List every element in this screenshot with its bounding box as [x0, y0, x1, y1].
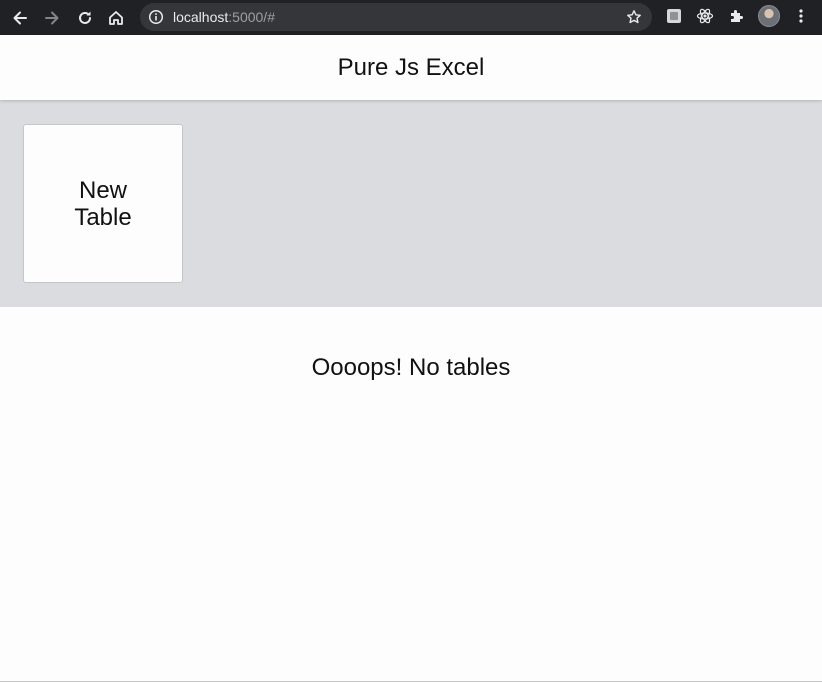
page-title: Pure Js Excel [337, 53, 485, 81]
url-path: :5000/# [228, 9, 275, 25]
new-table-label: New Table [74, 176, 132, 231]
url-text[interactable]: localhost:5000/# [173, 9, 275, 25]
back-arrow-icon[interactable] [6, 0, 34, 35]
home-icon[interactable] [102, 0, 130, 35]
info-icon[interactable] [148, 9, 164, 30]
profile-avatar[interactable] [758, 5, 780, 27]
empty-state-message: Oooops! No tables [311, 354, 511, 381]
puzzle-icon[interactable] [727, 6, 747, 26]
forward-arrow-icon[interactable] [38, 0, 66, 35]
url-host: localhost [173, 9, 229, 25]
star-icon[interactable] [626, 9, 642, 30]
new-table-button[interactable]: New Table [23, 124, 183, 283]
extension-icon[interactable] [664, 6, 684, 26]
create-table-area: New Table [0, 100, 822, 307]
tables-list: Oooops! No tables [0, 307, 822, 681]
kebab-menu-icon[interactable] [791, 6, 811, 26]
react-devtools-icon[interactable] [695, 6, 715, 26]
reload-icon[interactable] [71, 0, 99, 35]
address-bar[interactable]: localhost:5000/# [140, 3, 652, 31]
browser-toolbar: localhost:5000/# [0, 0, 822, 35]
app-header: Pure Js Excel [0, 35, 822, 100]
